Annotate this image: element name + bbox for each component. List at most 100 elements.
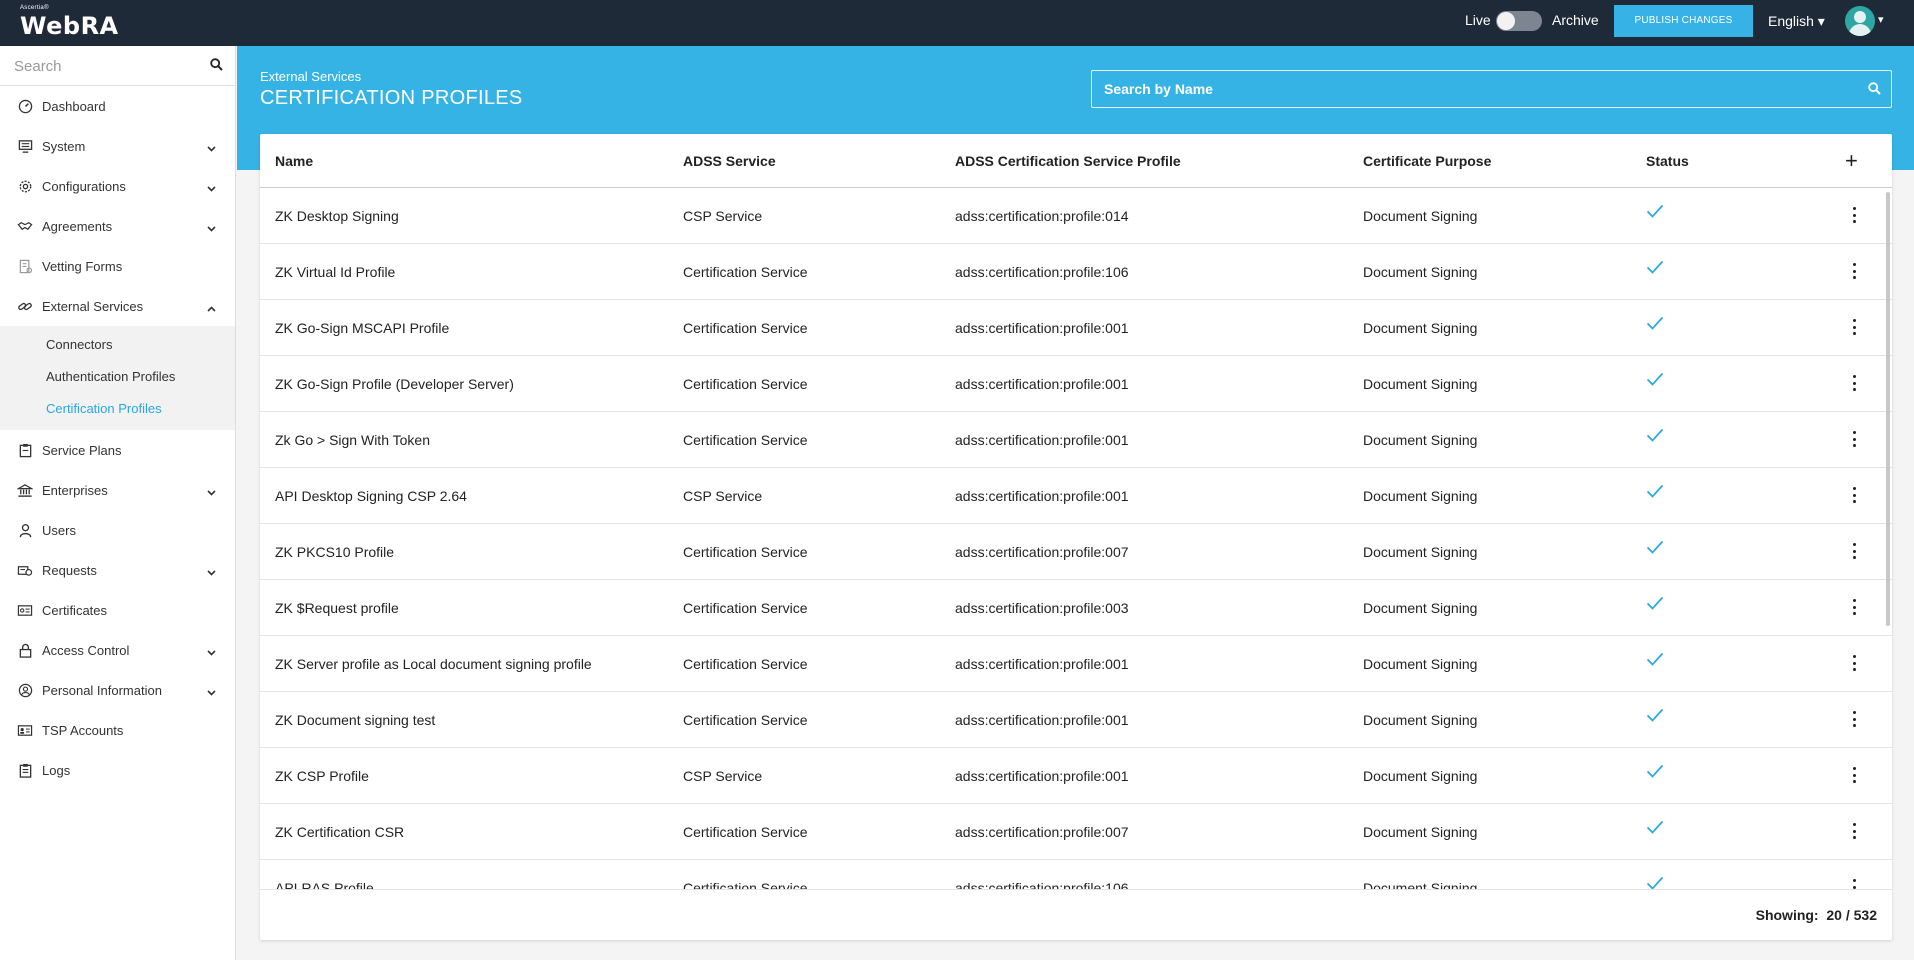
sidebar-item-logs[interactable]: Logs — [0, 750, 235, 790]
webra-logo[interactable]: Ascertia® WebRA — [20, 5, 119, 40]
table-row[interactable]: ZK CSP ProfileCSP Serviceadss:certificat… — [260, 748, 1892, 804]
sidebar-item-configurations[interactable]: Configurations — [0, 166, 235, 206]
live-archive-toggle[interactable] — [1496, 11, 1542, 31]
column-header-status[interactable]: Status — [1646, 153, 1689, 169]
row-actions-menu-icon[interactable] — [1849, 372, 1859, 394]
cell-adss-service: Certification Service — [683, 544, 808, 560]
table-row[interactable]: ZK Desktop SigningCSP Serviceadss:certif… — [260, 188, 1892, 244]
table-row[interactable]: ZK Virtual Id ProfileCertification Servi… — [260, 244, 1892, 300]
table-row[interactable]: ZK Go-Sign Profile (Developer Server)Cer… — [260, 356, 1892, 412]
sidebar-item-agreements[interactable]: Agreements — [0, 206, 235, 246]
cell-adss-service: CSP Service — [683, 208, 762, 224]
sidebar-item-label: Configurations — [42, 179, 126, 194]
sidebar-item-external-services[interactable]: External Services — [0, 286, 235, 326]
status-check-icon — [1646, 708, 1664, 725]
sidebar-item-label: System — [42, 139, 85, 154]
sidebar-item-requests[interactable]: Requests — [0, 550, 235, 590]
search-icon[interactable] — [210, 58, 223, 76]
chevron-down-icon[interactable] — [207, 220, 216, 235]
pagination-summary: Showing: 20 / 532 — [1756, 907, 1877, 923]
publish-changes-button[interactable]: PUBLISH CHANGES — [1614, 5, 1753, 37]
table-header: Name ADSS Service ADSS Certification Ser… — [260, 134, 1892, 188]
column-header-purpose[interactable]: Certificate Purpose — [1363, 153, 1491, 169]
sidebar: Dashboard System Configurations Agreements V… — [0, 46, 236, 960]
sidebar-item-personal-information[interactable]: Personal Information — [0, 670, 235, 710]
showing-value: 20 / 532 — [1826, 907, 1877, 923]
row-actions-menu-icon[interactable] — [1849, 260, 1859, 282]
user-avatar[interactable] — [1845, 6, 1875, 36]
chevron-down-icon[interactable] — [207, 564, 216, 579]
table-row[interactable]: Zk Go > Sign With TokenCertification Ser… — [260, 412, 1892, 468]
sidebar-item-access-control[interactable]: Access Control — [0, 630, 235, 670]
sidebar-item-users[interactable]: Users — [0, 510, 235, 550]
sidebar-item-label: Certificates — [42, 603, 107, 618]
chevron-down-icon[interactable] — [207, 484, 216, 499]
submenu-item-connectors[interactable]: Connectors — [0, 329, 235, 361]
row-actions-menu-icon[interactable] — [1849, 708, 1859, 730]
sidebar-item-label: Agreements — [42, 219, 112, 234]
table-row[interactable]: API Desktop Signing CSP 2.64CSP Servicea… — [260, 468, 1892, 524]
sidebar-item-label: Users — [42, 523, 76, 538]
cell-profile: adss:certification:profile:007 — [955, 824, 1129, 840]
table-footer: Showing: 20 / 532 — [260, 889, 1892, 940]
table-row[interactable]: ZK Go-Sign MSCAPI ProfileCertification S… — [260, 300, 1892, 356]
cell-purpose: Document Signing — [1363, 600, 1477, 616]
chevron-down-icon[interactable] — [207, 684, 216, 699]
chevron-up-icon[interactable] — [207, 300, 216, 315]
search-by-name-input[interactable] — [1092, 71, 1891, 107]
brand-small-text: Ascertia® — [20, 5, 119, 12]
sidebar-item-tsp-accounts[interactable]: TSP Accounts — [0, 710, 235, 750]
row-actions-menu-icon[interactable] — [1849, 820, 1859, 842]
cell-purpose: Document Signing — [1363, 544, 1477, 560]
table-scrollbar[interactable] — [1886, 192, 1890, 626]
language-selector[interactable]: English ▾ — [1768, 13, 1825, 30]
chevron-down-icon[interactable] — [207, 140, 216, 155]
cell-profile: adss:certification:profile:001 — [955, 768, 1129, 784]
chevron-down-icon[interactable] — [207, 644, 216, 659]
row-actions-menu-icon[interactable] — [1849, 316, 1859, 338]
row-actions-menu-icon[interactable] — [1849, 540, 1859, 562]
row-actions-menu-icon[interactable] — [1849, 204, 1859, 226]
cell-adss-service: Certification Service — [683, 712, 808, 728]
row-actions-menu-icon[interactable] — [1849, 596, 1859, 618]
table-row[interactable]: API RAS ProfileCertification Serviceadss… — [260, 860, 1892, 889]
submenu-item-authentication-profiles[interactable]: Authentication Profiles — [0, 361, 235, 393]
submenu-item-certification-profiles[interactable]: Certification Profiles — [0, 393, 235, 425]
column-header-adss-service[interactable]: ADSS Service — [683, 153, 776, 169]
table-row[interactable]: ZK Server profile as Local document sign… — [260, 636, 1892, 692]
table-row[interactable]: ZK PKCS10 ProfileCertification Servicead… — [260, 524, 1892, 580]
row-actions-menu-icon[interactable] — [1849, 428, 1859, 450]
sidebar-item-certificates[interactable]: Certificates — [0, 590, 235, 630]
cell-profile: adss:certification:profile:001 — [955, 432, 1129, 448]
chevron-down-icon[interactable] — [207, 180, 216, 195]
sidebar-search-input[interactable] — [0, 46, 235, 86]
table-row[interactable]: ZK Certification CSRCertification Servic… — [260, 804, 1892, 860]
column-header-name[interactable]: Name — [275, 153, 313, 169]
sidebar-item-enterprises[interactable]: Enterprises — [0, 470, 235, 510]
row-actions-menu-icon[interactable] — [1849, 764, 1859, 786]
cell-purpose: Document Signing — [1363, 264, 1477, 280]
avatar-dropdown-caret[interactable]: ▾ — [1878, 13, 1884, 26]
search-icon[interactable] — [1868, 82, 1881, 100]
name-search — [1091, 70, 1892, 108]
breadcrumb[interactable]: External Services — [260, 69, 361, 84]
sidebar-item-dashboard[interactable]: Dashboard — [0, 86, 235, 126]
status-check-icon — [1646, 484, 1664, 501]
cell-profile: adss:certification:profile:014 — [955, 208, 1129, 224]
gear-icon — [17, 178, 33, 194]
sidebar-item-system[interactable]: System — [0, 126, 235, 166]
sidebar-item-vetting-forms[interactable]: Vetting Forms — [0, 246, 235, 286]
column-header-profile[interactable]: ADSS Certification Service Profile — [955, 153, 1181, 169]
add-profile-button[interactable]: + — [1845, 151, 1858, 171]
table-row[interactable]: ZK $Request profileCertification Service… — [260, 580, 1892, 636]
sidebar-item-service-plans[interactable]: Service Plans — [0, 430, 235, 470]
sidebar-item-label: Service Plans — [42, 443, 121, 458]
cell-profile: adss:certification:profile:106 — [955, 264, 1129, 280]
row-actions-menu-icon[interactable] — [1849, 484, 1859, 506]
row-actions-menu-icon[interactable] — [1849, 876, 1859, 889]
sidebar-item-label: Personal Information — [42, 683, 162, 698]
table-row[interactable]: ZK Document signing testCertification Se… — [260, 692, 1892, 748]
profiles-table-card: Name ADSS Service ADSS Certification Ser… — [260, 134, 1892, 940]
status-check-icon — [1646, 652, 1664, 669]
row-actions-menu-icon[interactable] — [1849, 652, 1859, 674]
